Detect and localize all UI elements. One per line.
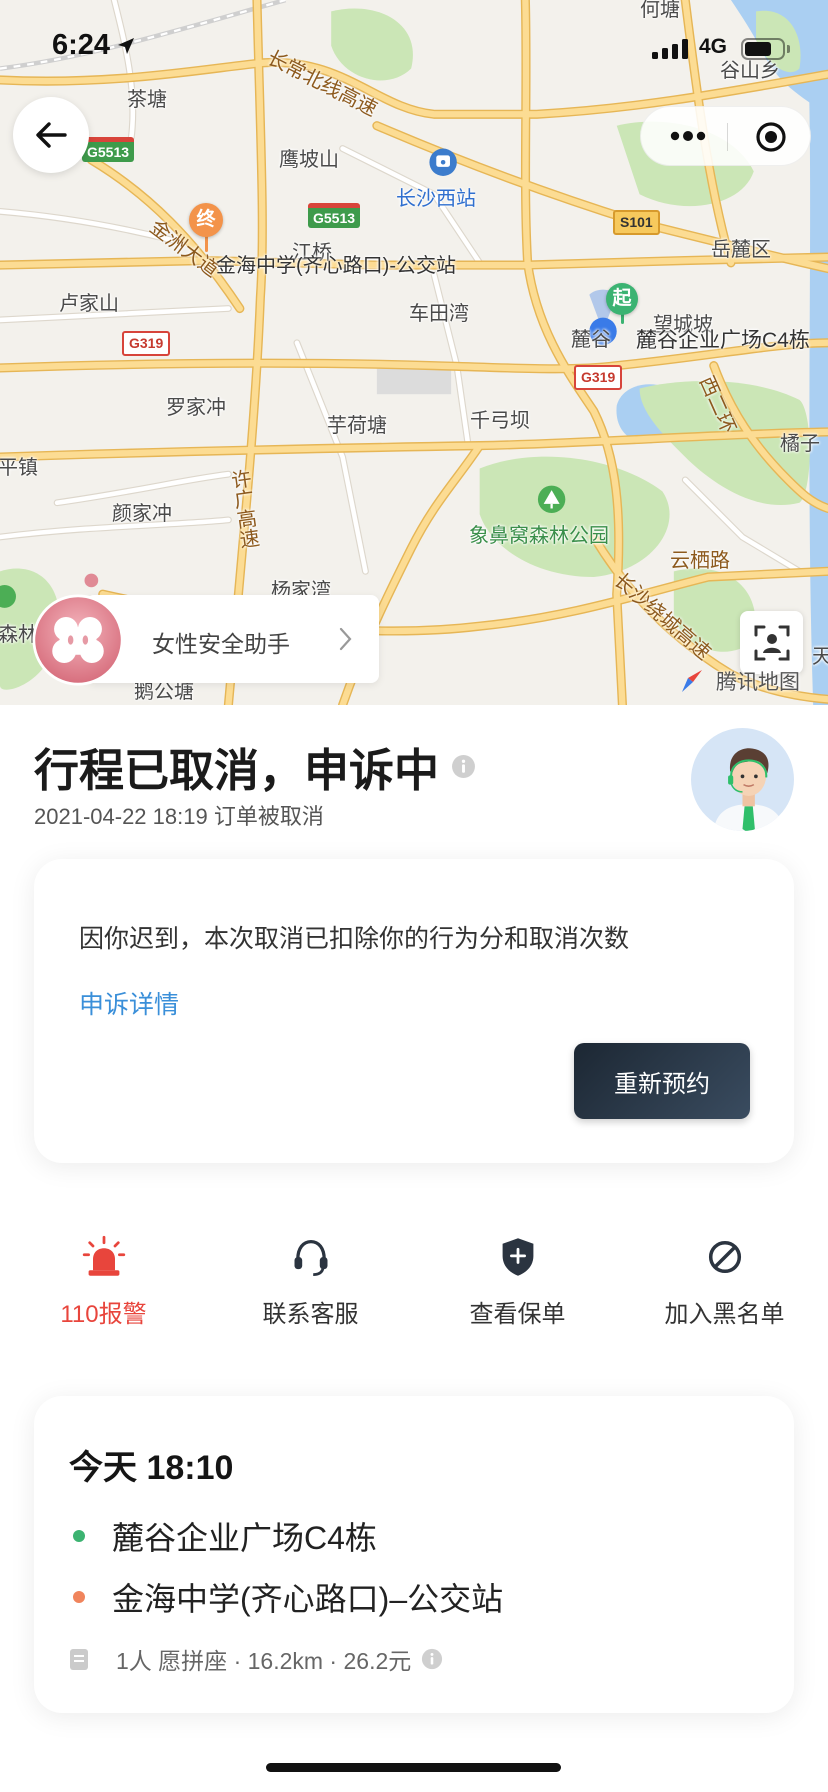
map-label: 橘子 [780, 433, 820, 455]
shield-plus-icon [502, 1238, 533, 1276]
view-insurance-button[interactable]: 查看保单 [414, 1230, 621, 1340]
map-label-destination: 金海中学(齐心路口)-公交站 [216, 255, 456, 277]
compass-icon [682, 670, 702, 692]
map-label-origin: 麓谷企业广场C4栋 [636, 329, 810, 352]
alarm-icon [82, 1235, 125, 1276]
safety-assistant-avatar-icon [32, 594, 124, 686]
trip-time: 今天 18:10 [69, 1449, 234, 1487]
map-label: 鹰坡山 [279, 149, 339, 171]
home-indicator[interactable] [266, 1763, 561, 1772]
view-insurance-label: 查看保单 [469, 1301, 566, 1328]
headset-icon [294, 1239, 327, 1276]
map-label-station: 长沙西站 [396, 188, 476, 210]
recenter-button[interactable] [740, 611, 803, 674]
trip-status-header: 行程已取消，申诉中 [34, 734, 476, 799]
destination-address: 金海中学(齐心路口)–公交站 [112, 1581, 504, 1617]
map-road-label: 云栖路 [670, 550, 730, 572]
map-provider-logo: 腾讯地图 [678, 666, 800, 696]
trip-summary-card[interactable]: 今天 18:10 麓谷企业广场C4栋 金海中学(齐心路口)–公交站 1人 愿拼座… [34, 1396, 794, 1713]
origin-dot [73, 1530, 85, 1542]
back-button[interactable] [13, 97, 89, 173]
safety-assistant-entry[interactable]: 女性安全助手 [32, 594, 382, 686]
blacklist-button[interactable]: 加入黑名单 [621, 1230, 828, 1340]
locate-icon [754, 625, 789, 660]
document-icon [70, 1648, 88, 1670]
cancel-timestamp: 2021-04-22 18:19 订单被取消 [34, 804, 324, 829]
emergency-call-button[interactable]: 110报警 [0, 1230, 207, 1340]
map-label: 颜家冲 [112, 503, 172, 525]
road-shield: G319 [574, 365, 623, 390]
road-shield: G5513 [308, 203, 361, 228]
origin-address: 麓谷企业广场C4栋 [112, 1520, 377, 1556]
map-label: 平镇 [0, 457, 38, 479]
arrow-left-icon [36, 122, 67, 148]
road-shield: G319 [122, 331, 171, 356]
cellular-signal-icon [652, 39, 692, 59]
page-title: 行程已取消，申诉中 [34, 745, 440, 796]
map-provider-name: 腾讯地图 [716, 671, 800, 694]
emergency-call-label: 110报警 [60, 1301, 147, 1328]
penalty-message: 因你迟到，本次取消已扣除你的行为分和取消次数 [79, 925, 630, 953]
start-marker[interactable]: 起 [606, 283, 638, 315]
map-label: 卢家山 [59, 293, 119, 315]
more-button[interactable] [663, 122, 713, 150]
end-marker[interactable]: 终 [189, 203, 223, 237]
map-label: 芋荷塘 [327, 415, 387, 437]
close-miniprogram-button[interactable] [751, 119, 791, 155]
map-label: 罗家冲 [166, 397, 226, 419]
status-bar: 6:24 4G [0, 0, 828, 90]
appeal-details-link[interactable]: 申诉详情 [79, 985, 179, 1021]
map-label: 茶塘 [127, 89, 167, 111]
map-label: 天 [812, 646, 828, 668]
block-icon [708, 1240, 741, 1274]
target-circle-icon [756, 122, 786, 152]
battery-nub [787, 45, 790, 53]
map-label: 岳麓区 [711, 239, 771, 261]
contact-support-label: 联系客服 [262, 1301, 359, 1328]
blacklist-label: 加入黑名单 [664, 1301, 785, 1328]
customer-service-avatar[interactable] [691, 728, 794, 831]
road-shield: S101 [613, 210, 660, 235]
location-arrow-icon [118, 37, 135, 54]
more-dots-icon [670, 131, 706, 141]
origin-row: 麓谷企业广场C4栋 [73, 1513, 377, 1559]
map-label: 车田湾 [409, 303, 469, 325]
destination-dot [73, 1591, 85, 1603]
capsule-divider [727, 123, 728, 151]
trip-details-text: 1人 愿拼座 · 16.2km · 26.2元 [116, 1648, 412, 1674]
battery-icon [741, 38, 785, 60]
fare-info-icon[interactable] [421, 1648, 443, 1670]
status-time: 6:24 [52, 29, 111, 61]
miniprogram-capsule [640, 106, 811, 166]
safety-assistant-label: 女性安全助手 [152, 631, 290, 657]
status-time-group: 6:24 [52, 29, 136, 62]
map-label: 千弓坝 [470, 410, 530, 432]
map-label-park: 象鼻窝森林公园 [469, 525, 609, 547]
rebook-button[interactable]: 重新预约 [574, 1043, 750, 1119]
chevron-right-icon [339, 627, 352, 651]
destination-row: 金海中学(齐心路口)–公交站 [73, 1574, 503, 1620]
action-bar: 110报警 联系客服 查看保单 加入黑名单 [0, 1230, 828, 1340]
info-icon[interactable] [451, 754, 476, 779]
contact-support-button[interactable]: 联系客服 [207, 1230, 414, 1340]
cancel-notice-card: 因你迟到，本次取消已扣除你的行为分和取消次数 申诉详情 重新预约 [34, 859, 794, 1163]
map-label: 麓谷 [571, 329, 611, 351]
trip-details: 1人 愿拼座 · 16.2km · 26.2元 [70, 1642, 443, 1676]
road-shield: G5513 [82, 137, 135, 162]
network-type: 4G [699, 35, 728, 58]
